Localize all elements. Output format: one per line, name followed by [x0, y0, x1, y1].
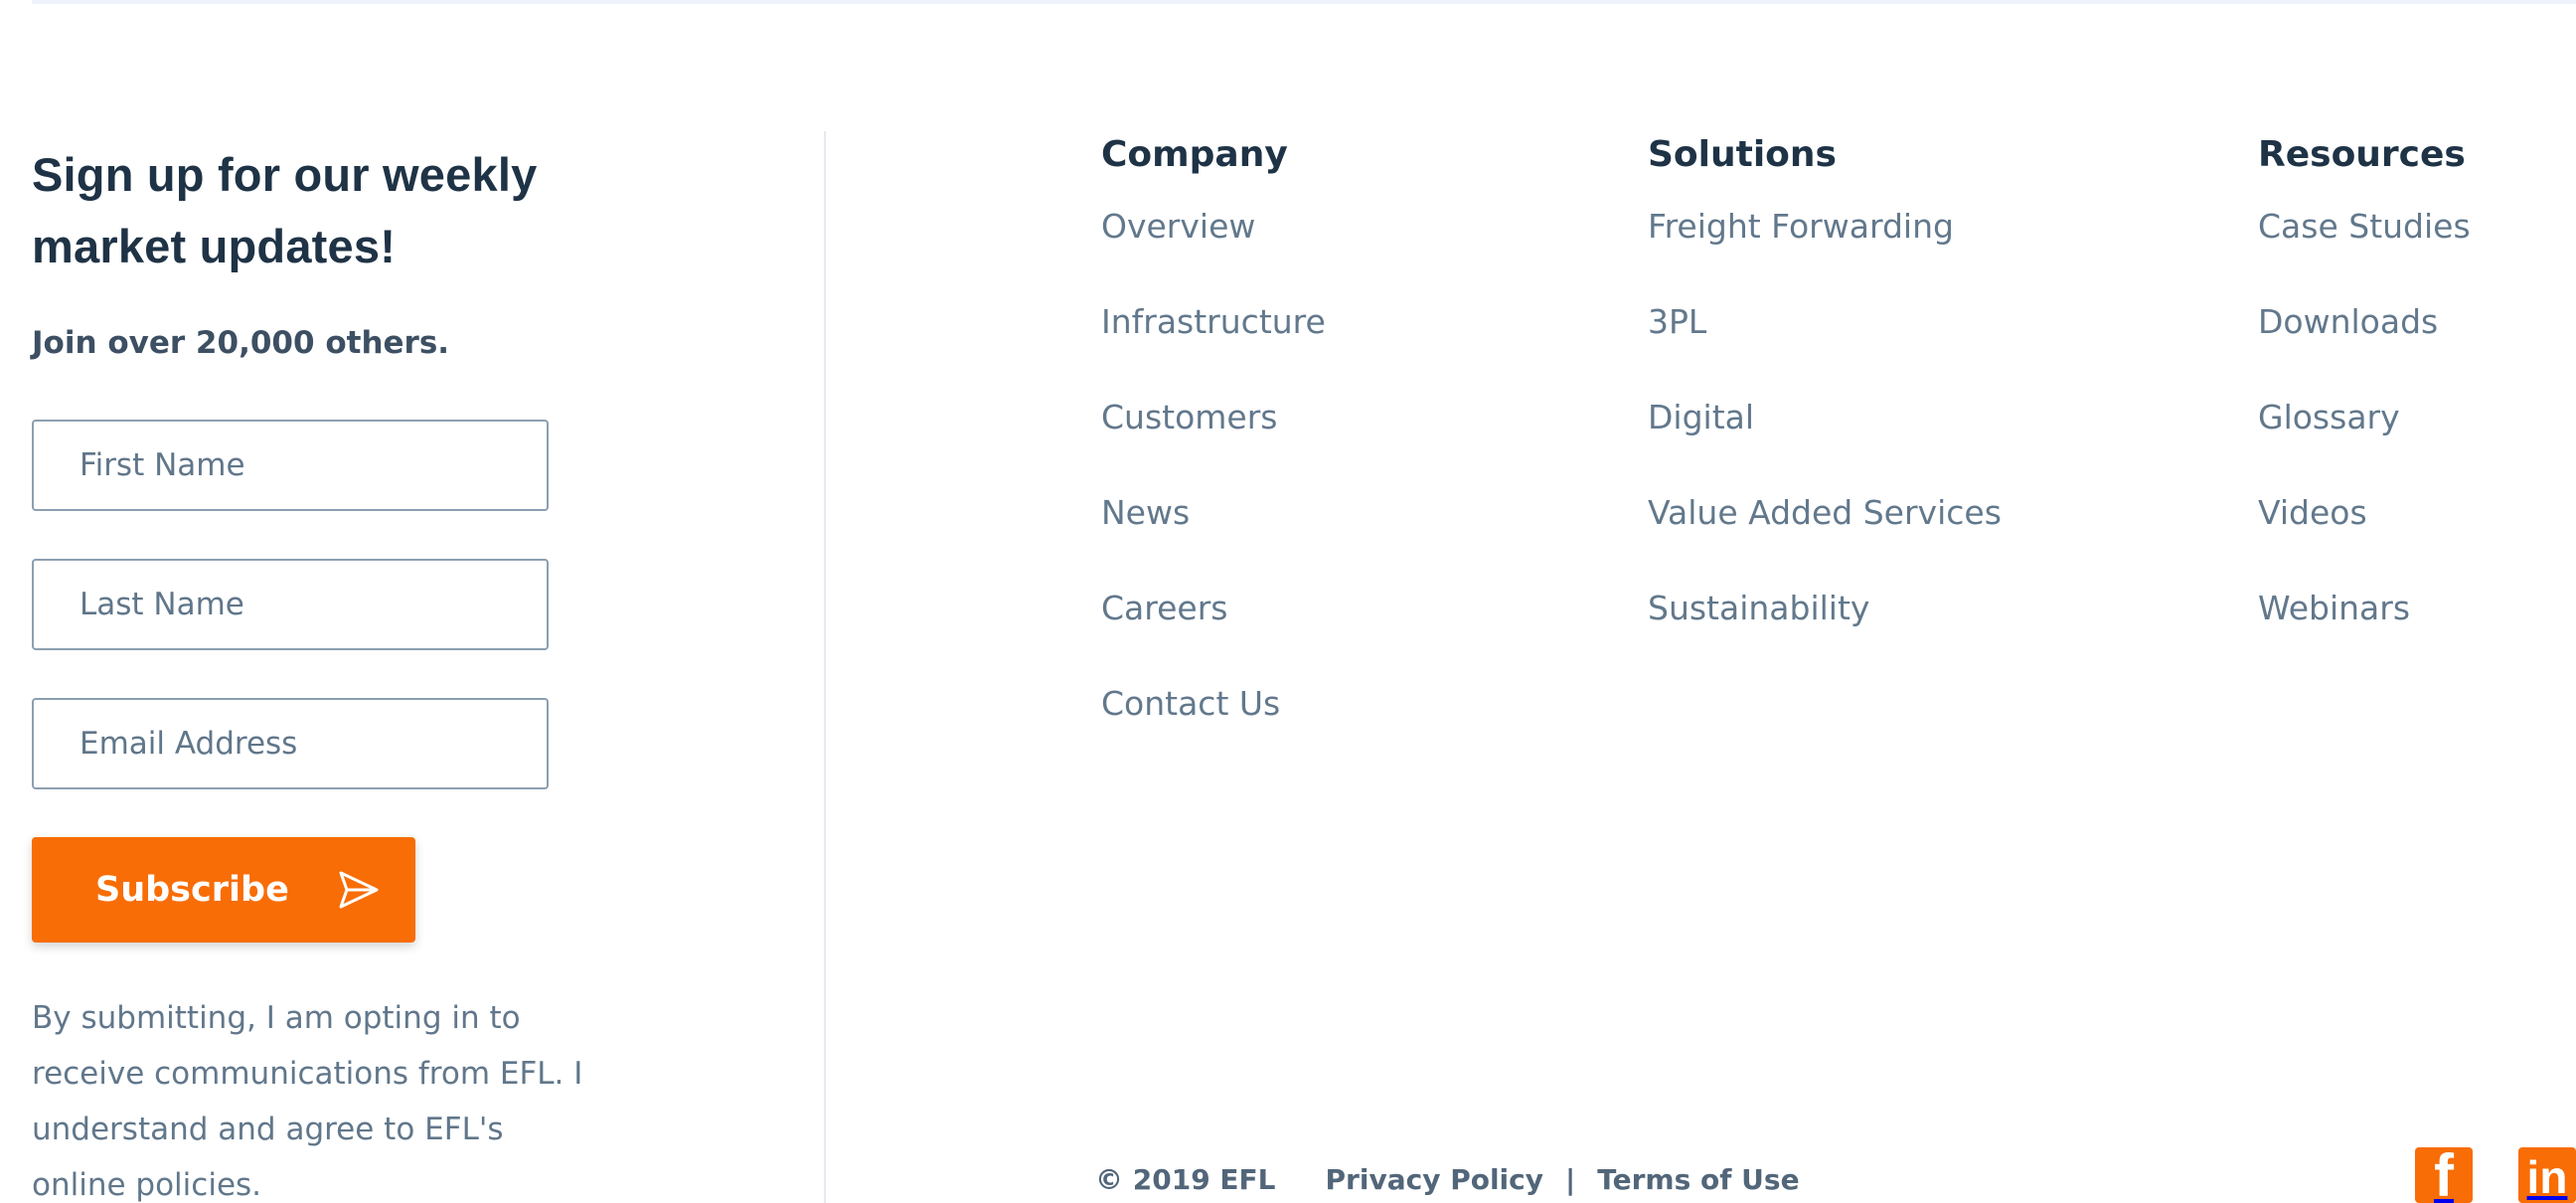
- solutions-heading: Solutions: [1648, 134, 1837, 175]
- subscribe-button[interactable]: Subscribe: [32, 837, 415, 943]
- link-contact-us[interactable]: Contact Us: [1101, 680, 1326, 728]
- facebook-link[interactable]: f: [2415, 1146, 2473, 1203]
- signup-title: Sign up for our weekly market updates!: [32, 148, 538, 272]
- link-careers[interactable]: Careers: [1101, 585, 1326, 632]
- top-divider: [32, 0, 2576, 4]
- column-divider: [824, 131, 826, 1203]
- privacy-policy-link[interactable]: Privacy Policy: [1326, 1163, 1543, 1196]
- linkedin-link[interactable]: in: [2518, 1147, 2576, 1203]
- link-3pl[interactable]: 3PL: [1648, 298, 2002, 346]
- newsletter-signup: Sign up for our weekly market updates! J…: [32, 139, 588, 1203]
- link-news[interactable]: News: [1101, 489, 1326, 537]
- email-field[interactable]: [32, 698, 549, 789]
- company-column: Company Overview Infrastructure Customer…: [1101, 131, 1326, 775]
- link-videos[interactable]: Videos: [2258, 489, 2471, 537]
- solutions-column: Solutions Freight Forwarding 3PL Digital…: [1648, 131, 2002, 680]
- subscribe-label: Subscribe: [95, 870, 289, 910]
- signup-subtitle: Join over 20,000 others.: [32, 325, 450, 361]
- resources-heading: Resources: [2258, 134, 2466, 175]
- link-value-added-services[interactable]: Value Added Services: [1648, 489, 2002, 537]
- legal-bar: © 2019 EFL Privacy Policy | Terms of Use: [1095, 1163, 1800, 1196]
- link-freight-forwarding[interactable]: Freight Forwarding: [1648, 203, 2002, 251]
- facebook-icon: f: [2415, 1146, 2473, 1203]
- resources-column: Resources Case Studies Downloads Glossar…: [2258, 131, 2471, 680]
- last-name-field[interactable]: [32, 559, 549, 650]
- link-webinars[interactable]: Webinars: [2258, 585, 2471, 632]
- terms-of-use-link[interactable]: Terms of Use: [1597, 1163, 1799, 1196]
- link-customers[interactable]: Customers: [1101, 394, 1326, 441]
- link-infrastructure[interactable]: Infrastructure: [1101, 298, 1326, 346]
- link-case-studies[interactable]: Case Studies: [2258, 203, 2471, 251]
- linkedin-icon: in: [2518, 1147, 2576, 1203]
- link-digital[interactable]: Digital: [1648, 394, 2002, 441]
- company-heading: Company: [1101, 134, 1288, 175]
- link-downloads[interactable]: Downloads: [2258, 298, 2471, 346]
- copyright-text: © 2019 EFL: [1095, 1163, 1276, 1196]
- link-glossary[interactable]: Glossary: [2258, 394, 2471, 441]
- link-sustainability[interactable]: Sustainability: [1648, 585, 2002, 632]
- send-icon: [339, 871, 379, 909]
- link-overview[interactable]: Overview: [1101, 203, 1326, 251]
- footer-page: Sign up for our weekly market updates! J…: [0, 0, 2576, 1203]
- first-name-field[interactable]: [32, 420, 549, 511]
- consent-text: By submitting, I am opting in to receive…: [32, 1000, 583, 1203]
- legal-separator: |: [1565, 1163, 1576, 1196]
